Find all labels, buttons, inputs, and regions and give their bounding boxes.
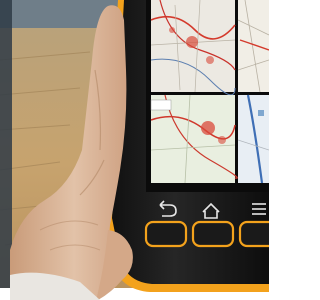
map-pane-top-left-icon	[150, 0, 236, 96]
map-pane-top-right-icon	[237, 0, 269, 93]
hardware-keys	[144, 220, 269, 248]
back-key[interactable]	[144, 220, 188, 248]
map-pane-bottom-right-icon	[237, 94, 269, 184]
home-key[interactable]	[191, 220, 235, 248]
map-pane-bottom-left-icon	[150, 94, 238, 184]
map-screen	[150, 0, 269, 184]
photo-scene	[0, 0, 269, 300]
menu-key[interactable]	[238, 220, 269, 248]
